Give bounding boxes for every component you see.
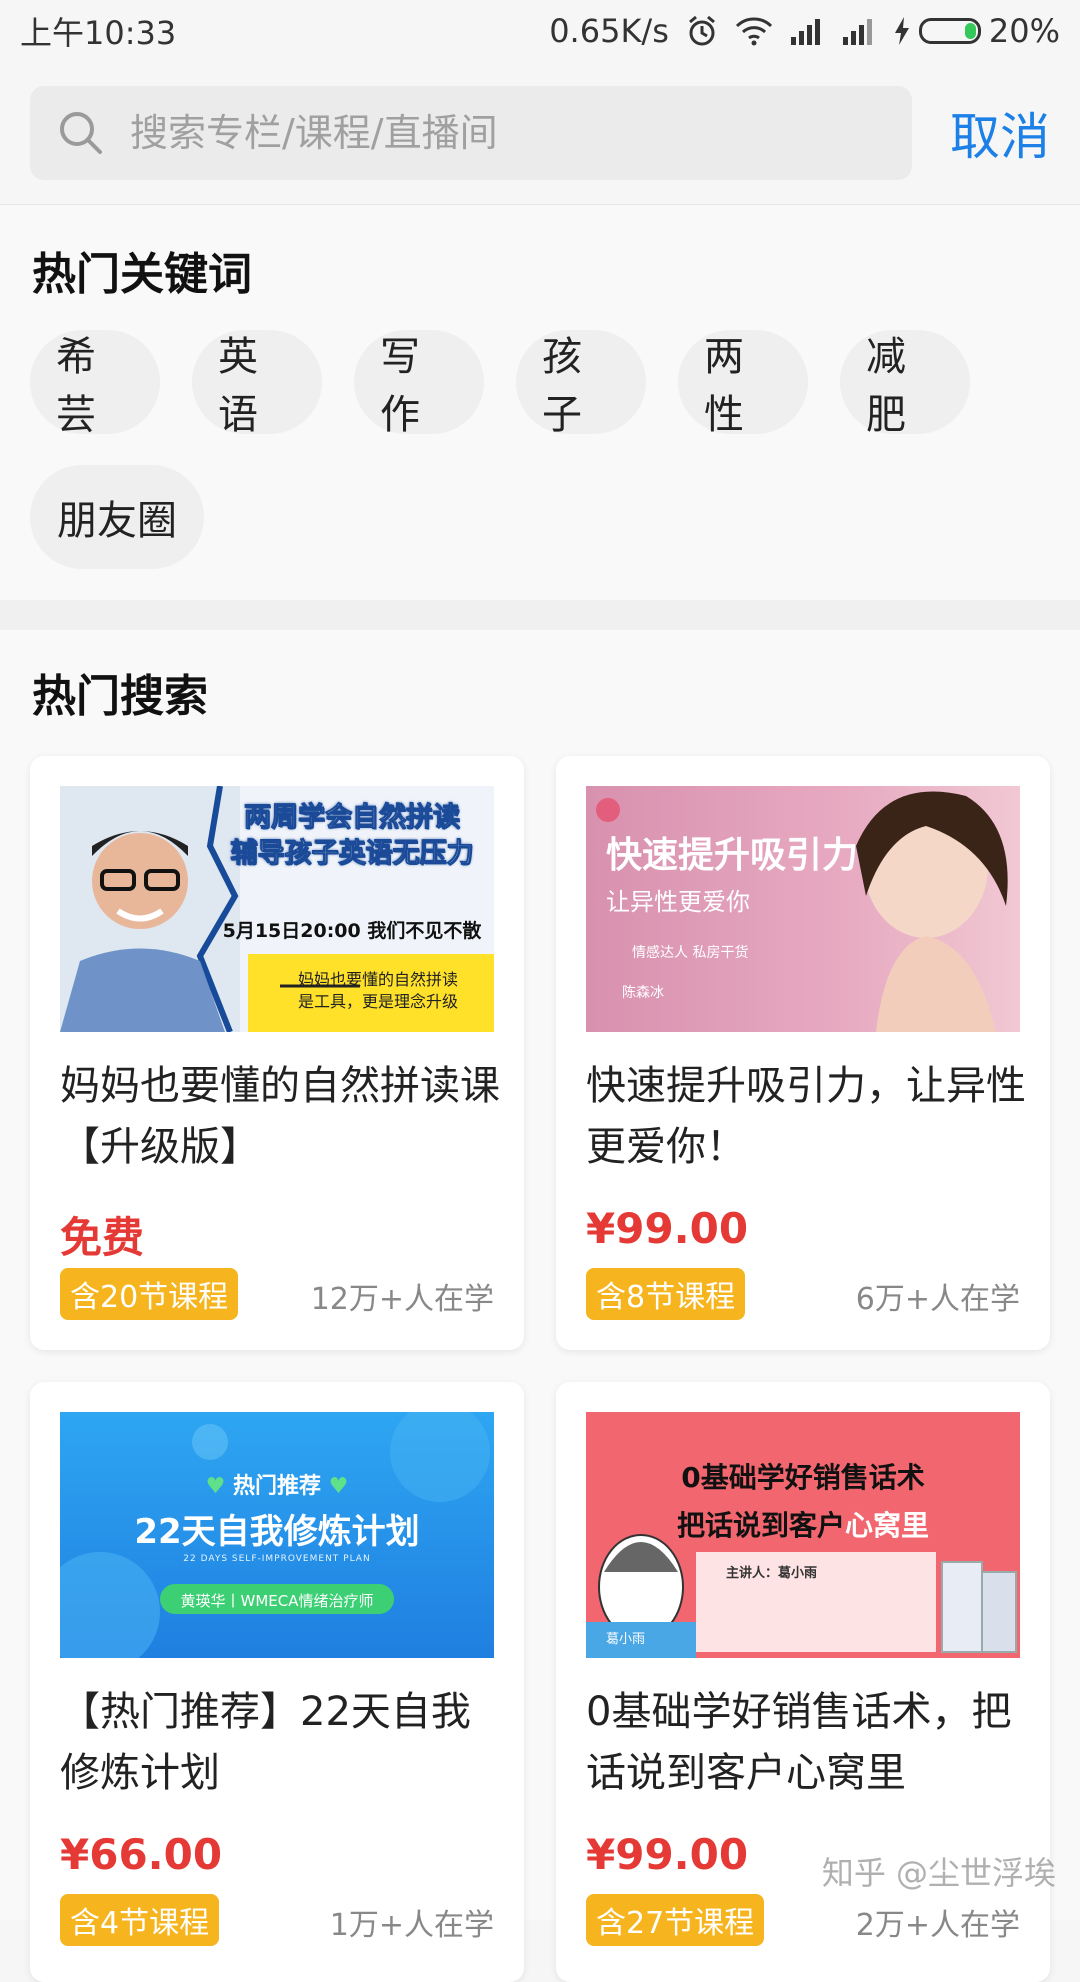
cancel-button[interactable]: 取消	[950, 97, 1050, 169]
course-title: 妈妈也要懂的自然拼读课【升级版】	[60, 1063, 500, 1170]
network-speed: 0.65K/s	[549, 12, 669, 50]
course-title: 快速提升吸引力，让异性更爱你！	[586, 1063, 1026, 1170]
lesson-count-badge: 含8节课程	[586, 1268, 746, 1320]
signal-icon	[789, 17, 825, 45]
search-box[interactable]	[30, 86, 912, 180]
thumb-subtitle: 让异性更爱你	[606, 888, 750, 916]
course-title: 0基础学好销售话术，把话说到客户心窝里	[586, 1689, 1012, 1796]
keyword-chip[interactable]: 孩子	[516, 330, 646, 438]
search-header: 取消	[0, 62, 1080, 204]
thumb-tagline: 妈妈也要懂的自然拼读 是工具，更是理念升级	[298, 970, 459, 1011]
thumb-author: 陈森冰	[622, 985, 664, 1001]
hot-keywords-title: 热门关键词	[32, 249, 252, 300]
status-icons: 0.65K/s 20%	[549, 12, 1060, 50]
thumb-headline: 22天自我修炼计划	[134, 1512, 420, 1552]
course-thumbnail: 0基础学好销售话术 把话说到客户心窝里 主讲人：葛小雨 葛小雨	[586, 1412, 1020, 1658]
course-card[interactable]: 快速提升吸引力 让异性更爱你 情感达人 私房干货 陈森冰 快速提升吸引力，让异性…	[556, 756, 1050, 1350]
signal-icon-2	[841, 17, 877, 45]
course-thumbnail: 两周学会自然拼读 辅导孩子英语无压力 5月15日20:00 我们不见不散 妈妈也…	[60, 786, 494, 1032]
course-price: 免费	[60, 1213, 145, 1262]
thumb-headline-2: 把话说到客户心窝里	[676, 1509, 930, 1542]
thumb-english: 22 DAYS SELF-IMPROVEMENT PLAN	[183, 1554, 371, 1564]
hot-search-section: 热门搜索 两周学会自然拼读 辅导孩子英语无压力 5月15日20:00 我们不见不…	[0, 630, 1080, 1982]
status-time: 上午10:33	[20, 14, 177, 52]
lesson-count-badge: 含27节课程	[586, 1894, 765, 1946]
keyword-chip[interactable]: 两性	[678, 330, 808, 438]
course-price: ¥99.00	[586, 1830, 749, 1879]
learner-count: 1万+人在学	[329, 1908, 494, 1943]
hot-keywords-section: 热门关键词 希芸 英语 写作 孩子 两性 减肥 朋友圈	[0, 205, 1080, 600]
watermark: 知乎 @尘世浮埃	[821, 1854, 1056, 1892]
alarm-icon	[685, 14, 719, 48]
keyword-chip[interactable]: 朋友圈	[30, 465, 204, 569]
learner-count: 2万+人在学	[855, 1908, 1020, 1943]
hot-search-title: 热门搜索	[32, 671, 208, 722]
section-separator	[0, 600, 1080, 630]
heart-icon: ♥	[205, 1474, 233, 1499]
course-price: ¥66.00	[60, 1830, 223, 1879]
keyword-chip[interactable]: 写作	[354, 330, 484, 438]
learner-count: 6万+人在学	[855, 1282, 1020, 1317]
course-thumbnail: ♥ 热门推荐 ♥ 22天自我修炼计划 22 DAYS SELF-IMPROVEM…	[60, 1412, 494, 1658]
lesson-count-badge: 含20节课程	[60, 1268, 239, 1320]
keyword-chip[interactable]: 减肥	[840, 330, 970, 438]
thumb-speaker: 黄瑛华丨WMECA情绪治疗师	[180, 1592, 374, 1610]
thumb-speaker: 主讲人：葛小雨	[726, 1566, 818, 1581]
search-icon	[58, 110, 104, 156]
thumb-headline: 两周学会自然拼读 辅导孩子英语无压力	[230, 802, 474, 870]
charging-icon	[894, 17, 909, 45]
course-card[interactable]: 两周学会自然拼读 辅导孩子英语无压力 5月15日20:00 我们不见不散 妈妈也…	[30, 756, 524, 1350]
lesson-count-badge: 含4节课程	[60, 1894, 220, 1946]
thumb-small-text: 情感达人 私房干货	[632, 945, 749, 961]
course-card[interactable]: ♥ 热门推荐 ♥ 22天自我修炼计划 22 DAYS SELF-IMPROVEM…	[30, 1382, 524, 1982]
thumb-headline: 0基础学好销售话术	[681, 1461, 925, 1494]
wifi-icon	[735, 16, 773, 46]
course-title: 【热门推荐】22天自我修炼计划	[60, 1689, 471, 1796]
keyword-chip[interactable]: 英语	[192, 330, 322, 438]
status-bar: 上午10:33 0.65K/s 20%	[0, 0, 1080, 62]
thumb-headline: 快速提升吸引力	[606, 835, 859, 876]
course-thumbnail: 快速提升吸引力 让异性更爱你 情感达人 私房干货 陈森冰	[586, 786, 1020, 1032]
battery-percent: 20%	[988, 12, 1060, 50]
heart-icon: ♥	[321, 1474, 349, 1499]
keyword-chip[interactable]: 希芸	[30, 330, 160, 438]
battery-icon	[918, 18, 981, 44]
thumb-date: 5月15日20:00 我们不见不散	[222, 920, 482, 942]
thumb-name: 葛小雨	[606, 1632, 646, 1647]
search-input[interactable]	[128, 110, 852, 156]
learner-count: 12万+人在学	[310, 1282, 494, 1317]
course-price: ¥99.00	[586, 1204, 749, 1253]
battery: 20%	[893, 12, 1060, 50]
thumb-tag: ♥ 热门推荐 ♥	[205, 1474, 349, 1499]
